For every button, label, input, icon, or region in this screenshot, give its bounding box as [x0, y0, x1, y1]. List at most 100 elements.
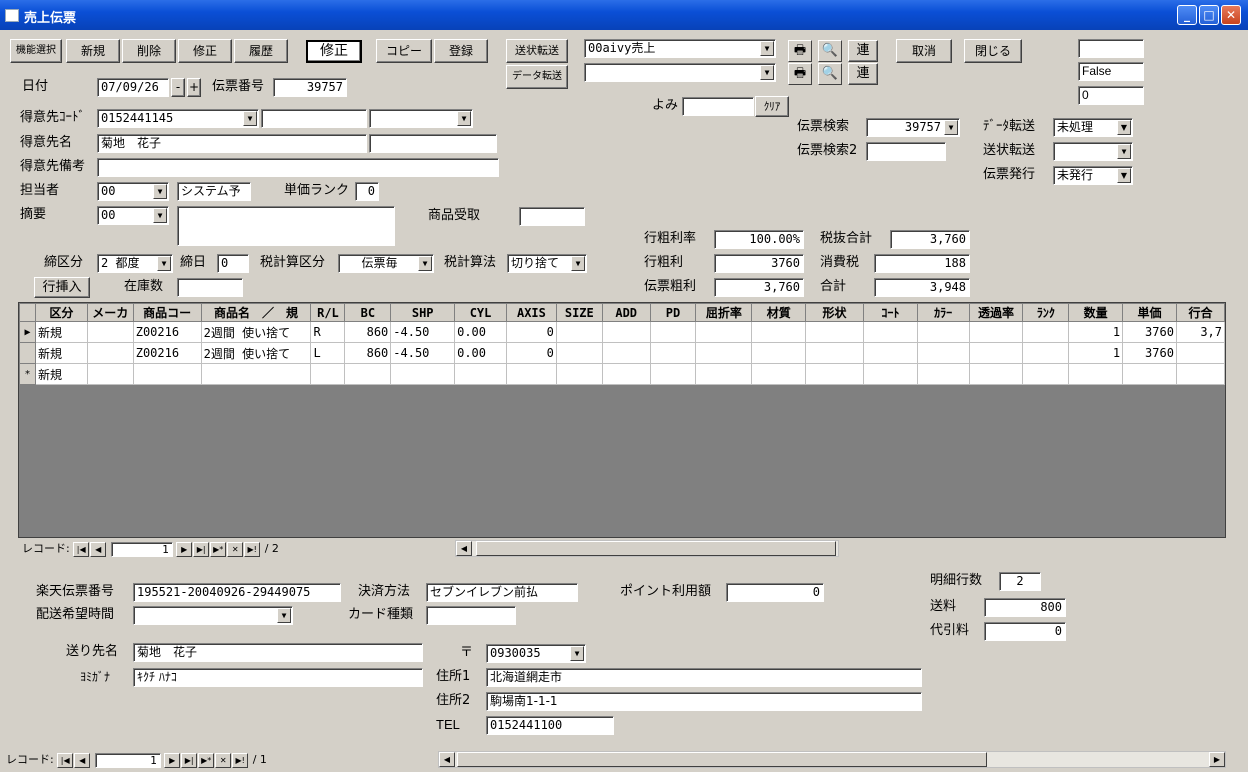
dropdown-arrow-icon[interactable]: ▼: [1117, 144, 1131, 159]
table-cell[interactable]: 新規: [34, 342, 88, 364]
customer-note-input[interactable]: [97, 158, 499, 177]
column-header[interactable]: 商品名 ／ 規: [200, 303, 312, 322]
table-cell[interactable]: [601, 363, 651, 385]
print-icon[interactable]: 🖶: [788, 63, 812, 85]
table-cell[interactable]: [310, 363, 346, 385]
table-cell[interactable]: [751, 321, 807, 343]
table-cell[interactable]: [1122, 363, 1177, 385]
date-minus-button[interactable]: -: [171, 78, 185, 97]
address2-input[interactable]: 駒場南1-1-1: [486, 692, 922, 711]
next-record-icon[interactable]: ▶: [176, 541, 193, 557]
table-cell[interactable]: -4.50: [390, 342, 456, 364]
table-cell[interactable]: 2週間 使い捨て: [200, 342, 312, 364]
customer-name-input[interactable]: 菊地 花子: [97, 134, 367, 153]
grid-hscrollbar[interactable]: ◀: [455, 540, 839, 557]
dropdown-arrow-icon[interactable]: ▼: [571, 256, 585, 271]
column-header[interactable]: AXIS: [505, 303, 557, 322]
table-cell[interactable]: [968, 321, 1024, 343]
table-cell[interactable]: 新規: [34, 363, 88, 385]
dropdown-arrow-icon[interactable]: ▼: [157, 256, 171, 271]
table-cell[interactable]: [916, 363, 970, 385]
new-record-icon[interactable]: ▶*: [210, 541, 227, 557]
price-rank-input[interactable]: 0: [355, 182, 379, 201]
scroll-left-icon[interactable]: ◀: [456, 541, 472, 556]
table-cell[interactable]: 3760: [1122, 321, 1177, 343]
point-input[interactable]: 0: [726, 583, 824, 602]
table-cell[interactable]: [695, 363, 753, 385]
preview-icon[interactable]: 🔍: [818, 63, 842, 85]
slip-no-input[interactable]: 39757: [273, 78, 347, 97]
table-cell[interactable]: [805, 342, 864, 364]
dropdown-arrow-icon[interactable]: ▼: [944, 120, 958, 135]
function-select-button[interactable]: 機能選択: [10, 39, 62, 63]
table-cell[interactable]: [390, 363, 456, 385]
recipient-input[interactable]: 菊地 花子: [133, 643, 423, 662]
table-cell[interactable]: 1: [1068, 342, 1124, 364]
delete-button[interactable]: 削除: [122, 39, 176, 63]
table-cell[interactable]: [695, 321, 753, 343]
column-header[interactable]: ｺｰﾄ: [862, 303, 918, 322]
column-header[interactable]: 屈折率: [695, 303, 753, 322]
table-cell[interactable]: 0.00: [454, 321, 507, 343]
yomi-input[interactable]: [682, 97, 754, 116]
new-button[interactable]: 新規: [66, 39, 120, 63]
maximize-button[interactable]: □: [1199, 5, 1219, 25]
summary-code-select[interactable]: 00 ▼: [97, 206, 169, 225]
zip-select[interactable]: 0930035 ▼: [486, 644, 586, 663]
last-record-icon[interactable]: ▶|: [181, 752, 198, 768]
data-transfer-button[interactable]: データ転送: [506, 65, 568, 89]
ship-transfer-select[interactable]: ▼: [1053, 142, 1133, 161]
close-button[interactable]: 閉じる: [964, 39, 1022, 63]
table-cell[interactable]: [1175, 342, 1226, 364]
table-cell[interactable]: 0: [505, 342, 557, 364]
table-cell[interactable]: 860: [344, 321, 392, 343]
form-record-current[interactable]: 1: [94, 752, 161, 768]
slip-issue-select[interactable]: 未発行 ▼: [1053, 166, 1133, 185]
row-selector[interactable]: ▶: [19, 321, 36, 343]
tel-input[interactable]: 0152441100: [486, 716, 614, 735]
filter-record-icon[interactable]: ▶!: [232, 752, 249, 768]
table-cell[interactable]: [649, 342, 697, 364]
slip-search-select[interactable]: 39757 ▼: [866, 118, 960, 137]
table-cell[interactable]: [916, 321, 970, 343]
column-header[interactable]: R/L: [310, 303, 346, 322]
table-cell[interactable]: [862, 342, 918, 364]
table-row[interactable]: 新規 Z00216 2週間 使い捨て L 860 -4.50 0.00 0 1 3760: [19, 342, 1226, 364]
rakuten-no-input[interactable]: 195521-20040926-29449075: [133, 583, 341, 602]
table-cell[interactable]: [751, 342, 807, 364]
scroll-thumb[interactable]: [476, 541, 836, 556]
scroll-right-icon[interactable]: ▶: [1209, 752, 1225, 767]
payment-input[interactable]: セブンイレブン前払: [426, 583, 578, 602]
table-cell[interactable]: [1175, 363, 1226, 385]
table-cell[interactable]: [601, 321, 651, 343]
column-header[interactable]: 商品コー: [132, 303, 202, 322]
prev-record-icon[interactable]: ◀: [90, 541, 107, 557]
close-day-input[interactable]: 0: [217, 254, 249, 273]
grid-record-current[interactable]: 1: [110, 541, 173, 557]
table-cell[interactable]: [751, 363, 807, 385]
dropdown-arrow-icon[interactable]: ▼: [153, 208, 167, 223]
last-record-icon[interactable]: ▶|: [193, 541, 210, 557]
column-header[interactable]: ADD: [601, 303, 651, 322]
table-cell[interactable]: [555, 321, 603, 343]
detail-grid[interactable]: 区分 メーカ 商品コー 商品名 ／ 規 R/L BC SHP CYL AXIS SIZE ADD PD…: [18, 302, 1226, 538]
dropdown-arrow-icon[interactable]: ▼: [1117, 120, 1131, 135]
dropdown-arrow-icon[interactable]: ▼: [1117, 168, 1131, 183]
table-cell[interactable]: [86, 342, 134, 364]
table-cell[interactable]: [649, 363, 697, 385]
next-record-icon[interactable]: ▶: [164, 752, 181, 768]
table-cell[interactable]: [1022, 363, 1070, 385]
column-header[interactable]: ﾗﾝｸ: [1022, 303, 1070, 322]
preview-icon[interactable]: 🔍: [818, 40, 842, 62]
column-header[interactable]: 行合: [1175, 303, 1226, 322]
dropdown-arrow-icon[interactable]: ▼: [760, 41, 774, 56]
cod-input[interactable]: 0: [984, 622, 1066, 641]
dropdown-arrow-icon[interactable]: ▼: [760, 65, 774, 80]
customer-sub-input[interactable]: [261, 109, 367, 128]
table-row[interactable]: ▶ 新規 Z00216 2週間 使い捨て R 860 -4.50 0.00 0 1 3760 3,7: [19, 321, 1226, 343]
table-cell[interactable]: [601, 342, 651, 364]
table-cell[interactable]: -4.50: [390, 321, 456, 343]
card-type-input[interactable]: [426, 606, 516, 625]
register-button[interactable]: 登録: [434, 39, 488, 63]
cancel-button[interactable]: 取消: [896, 39, 952, 63]
